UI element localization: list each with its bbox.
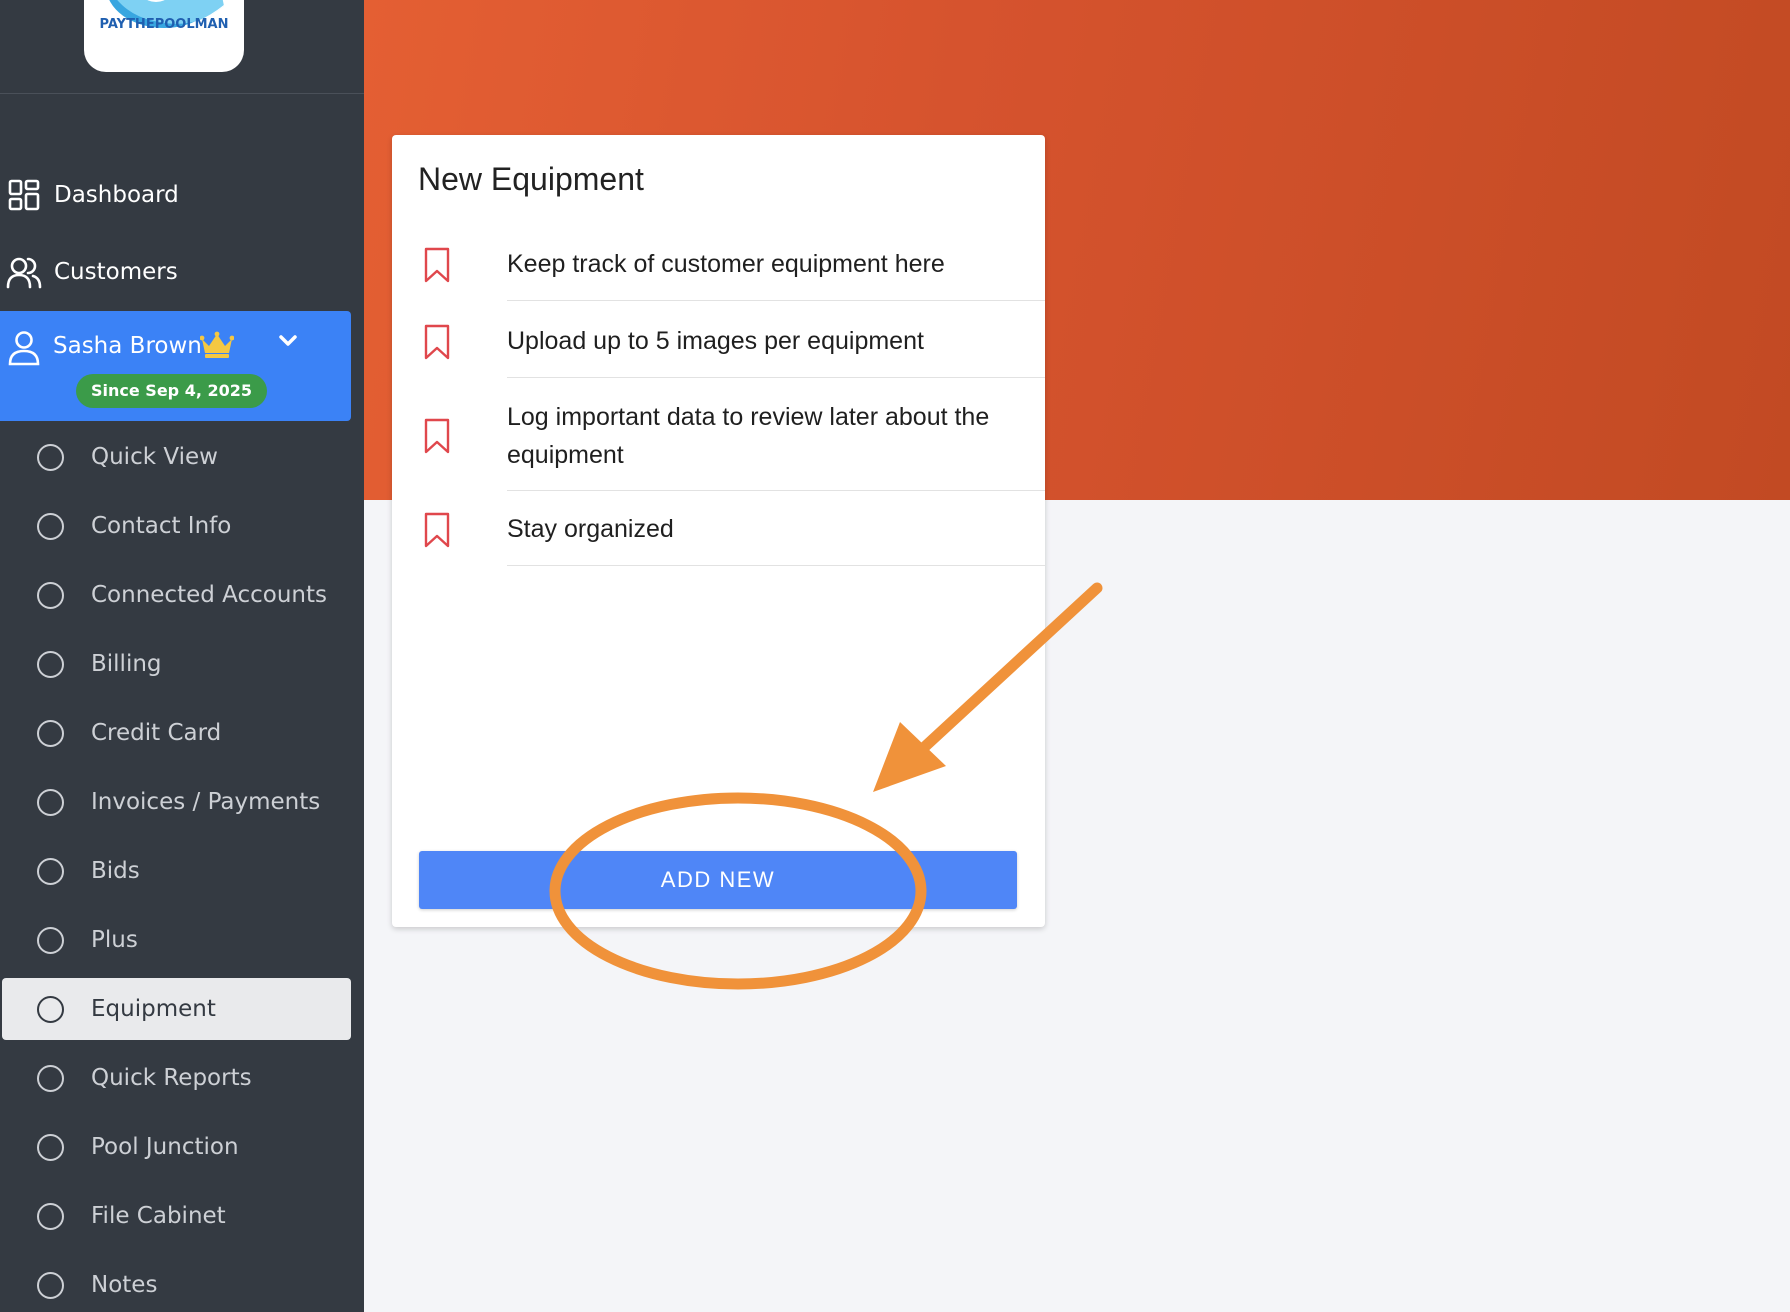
divider [507,377,1045,378]
feature-text: Keep track of customer equipment here [507,250,945,278]
app-logo[interactable]: PAYTHEPOOLMAN [84,0,244,72]
dashboard-icon [5,176,43,214]
bookmark-icon [423,324,451,365]
bookmark-icon [423,247,451,288]
divider [507,565,1045,566]
crown-icon [199,331,235,364]
customer-name: Sasha Brown [53,333,202,359]
bookmark-icon [423,512,451,553]
feature-text: Upload up to 5 images per equipment [507,327,924,355]
submenu-label: Quick View [91,444,218,470]
submenu-label: File Cabinet [91,1203,226,1229]
submenu-invoices-payments[interactable]: Invoices / Payments [2,771,351,833]
submenu-label: Contact Info [91,513,232,539]
chevron-down-icon[interactable] [277,333,299,354]
submenu-connected-accounts[interactable]: Connected Accounts [2,564,351,626]
nav-label: Customers [54,259,178,285]
user-icon [5,329,43,367]
circle-icon [37,1064,64,1092]
circle-icon [37,995,64,1023]
circle-icon [37,1271,64,1299]
circle-icon [37,1202,64,1230]
submenu-label: Quick Reports [91,1065,252,1091]
nav-customers[interactable]: Customers [0,247,364,297]
submenu-quick-reports[interactable]: Quick Reports [2,1047,351,1109]
submenu-label: Credit Card [91,720,222,746]
nav-label: Dashboard [54,182,179,208]
feature-text: Stay organized [507,515,674,543]
users-icon [5,253,43,291]
divider [507,300,1045,301]
submenu-pool-junction[interactable]: Pool Junction [2,1116,351,1178]
add-new-button[interactable]: ADD NEW [419,851,1017,909]
submenu-plus[interactable]: Plus [2,909,351,971]
circle-icon [37,443,64,471]
circle-icon [37,581,64,609]
new-equipment-card: New Equipment Keep track of customer equ… [392,135,1045,927]
circle-icon [37,512,64,540]
circle-icon [37,926,64,954]
submenu-label: Plus [91,927,138,953]
submenu-label: Pool Junction [91,1134,239,1160]
submenu-label: Bids [91,858,140,884]
customer-header[interactable]: Sasha Brown Since Sep 4, 2025 [0,311,351,421]
feature-text: Log important data to review later about… [507,403,990,469]
circle-icon [37,857,64,885]
logo-wordmark: PAYTHEPOOLMAN [100,17,229,32]
circle-icon [37,788,64,816]
submenu-label: Notes [91,1272,158,1298]
card-title: New Equipment [418,161,644,197]
nav-dashboard[interactable]: Dashboard [0,170,364,220]
divider [0,93,364,94]
submenu-label: Billing [91,651,162,677]
sidebar: PAYTHEPOOLMAN Dashboard Customers Sasha … [0,0,364,1312]
since-badge: Since Sep 4, 2025 [76,374,268,408]
submenu-label: Invoices / Payments [91,789,321,815]
submenu-label: Equipment [91,996,216,1022]
submenu-notes[interactable]: Notes [2,1254,351,1312]
divider [507,490,1045,491]
submenu-quick-view[interactable]: Quick View [2,426,351,488]
submenu-credit-card[interactable]: Credit Card [2,702,351,764]
submenu-bids[interactable]: Bids [2,840,351,902]
submenu-file-cabinet[interactable]: File Cabinet [2,1185,351,1247]
submenu-billing[interactable]: Billing [2,633,351,695]
submenu-contact-info[interactable]: Contact Info [2,495,351,557]
circle-icon [37,1133,64,1161]
bookmark-icon [423,418,451,459]
circle-icon [37,719,64,747]
submenu-label: Connected Accounts [91,582,328,608]
submenu-equipment[interactable]: Equipment [2,978,351,1040]
circle-icon [37,650,64,678]
